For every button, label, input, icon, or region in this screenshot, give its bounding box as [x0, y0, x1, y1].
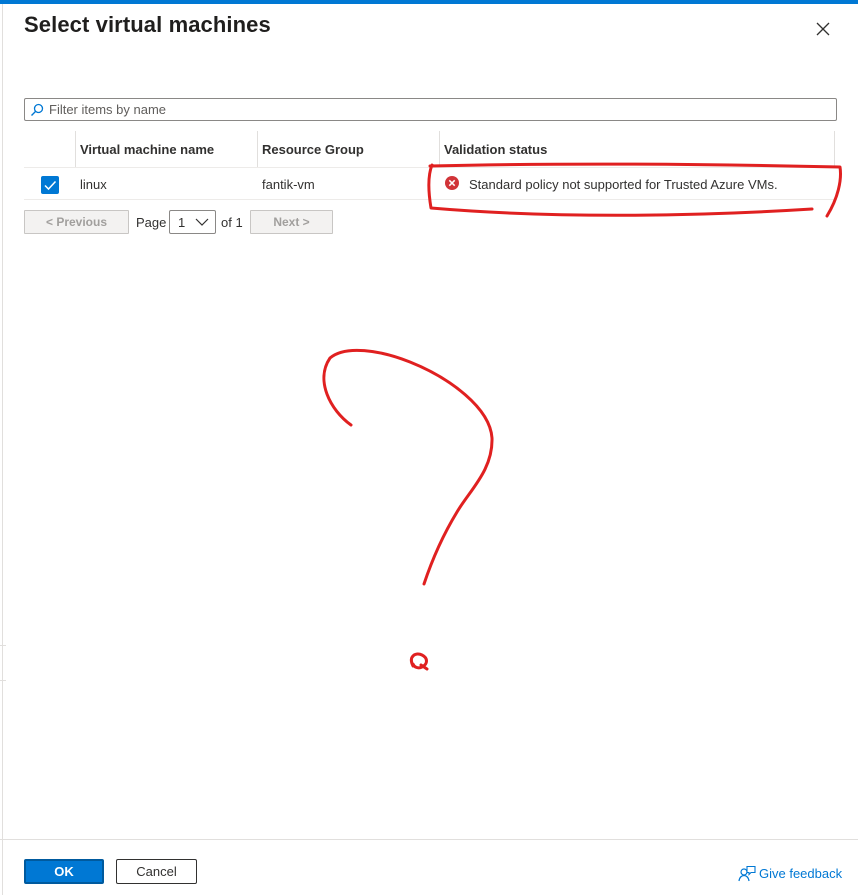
ok-button[interactable]: OK — [24, 859, 104, 884]
column-separator — [257, 131, 258, 167]
page-count-label: of 1 — [221, 215, 243, 230]
header-divider — [24, 167, 837, 168]
page-select-value: 1 — [178, 215, 186, 230]
page-select[interactable]: 1 — [169, 210, 216, 234]
annotation-question-mark — [322, 348, 494, 586]
validation-status-cell: Standard policy not supported for Truste… — [469, 177, 778, 192]
vm-name-cell: linux — [80, 177, 107, 192]
next-page-button[interactable]: Next > — [250, 210, 333, 234]
close-icon — [816, 22, 830, 36]
previous-page-button[interactable]: < Previous — [24, 210, 129, 234]
top-accent-bar — [0, 0, 858, 4]
vm-table: Virtual machine name Resource Group Vali… — [24, 131, 837, 200]
checkmark-icon — [44, 180, 57, 191]
column-header-resource-group[interactable]: Resource Group — [262, 142, 364, 157]
column-header-validation-status[interactable]: Validation status — [444, 142, 547, 157]
page-label: Page — [136, 215, 167, 230]
search-icon — [31, 103, 44, 116]
give-feedback-label: Give feedback — [759, 866, 843, 881]
cancel-button[interactable]: Cancel — [116, 859, 197, 884]
resource-group-cell: fantik-vm — [262, 177, 315, 192]
column-header-vm-name[interactable]: Virtual machine name — [80, 142, 214, 157]
row-divider — [24, 199, 837, 200]
error-icon — [445, 176, 459, 190]
dialog-title: Select virtual machines — [24, 12, 271, 37]
feedback-icon — [738, 865, 756, 882]
left-panel-border — [2, 4, 3, 895]
row-select-checkbox[interactable] — [41, 176, 59, 194]
footer-divider — [0, 839, 858, 840]
left-panel-divider — [0, 645, 6, 646]
column-separator — [834, 131, 835, 167]
filter-box[interactable] — [24, 98, 837, 121]
left-panel-divider — [0, 680, 6, 681]
column-separator — [439, 131, 440, 167]
column-separator — [75, 131, 76, 167]
filter-input[interactable] — [49, 100, 829, 119]
annotation-question-dot — [409, 652, 429, 671]
close-button[interactable] — [812, 18, 834, 40]
chevron-down-icon — [195, 218, 209, 226]
